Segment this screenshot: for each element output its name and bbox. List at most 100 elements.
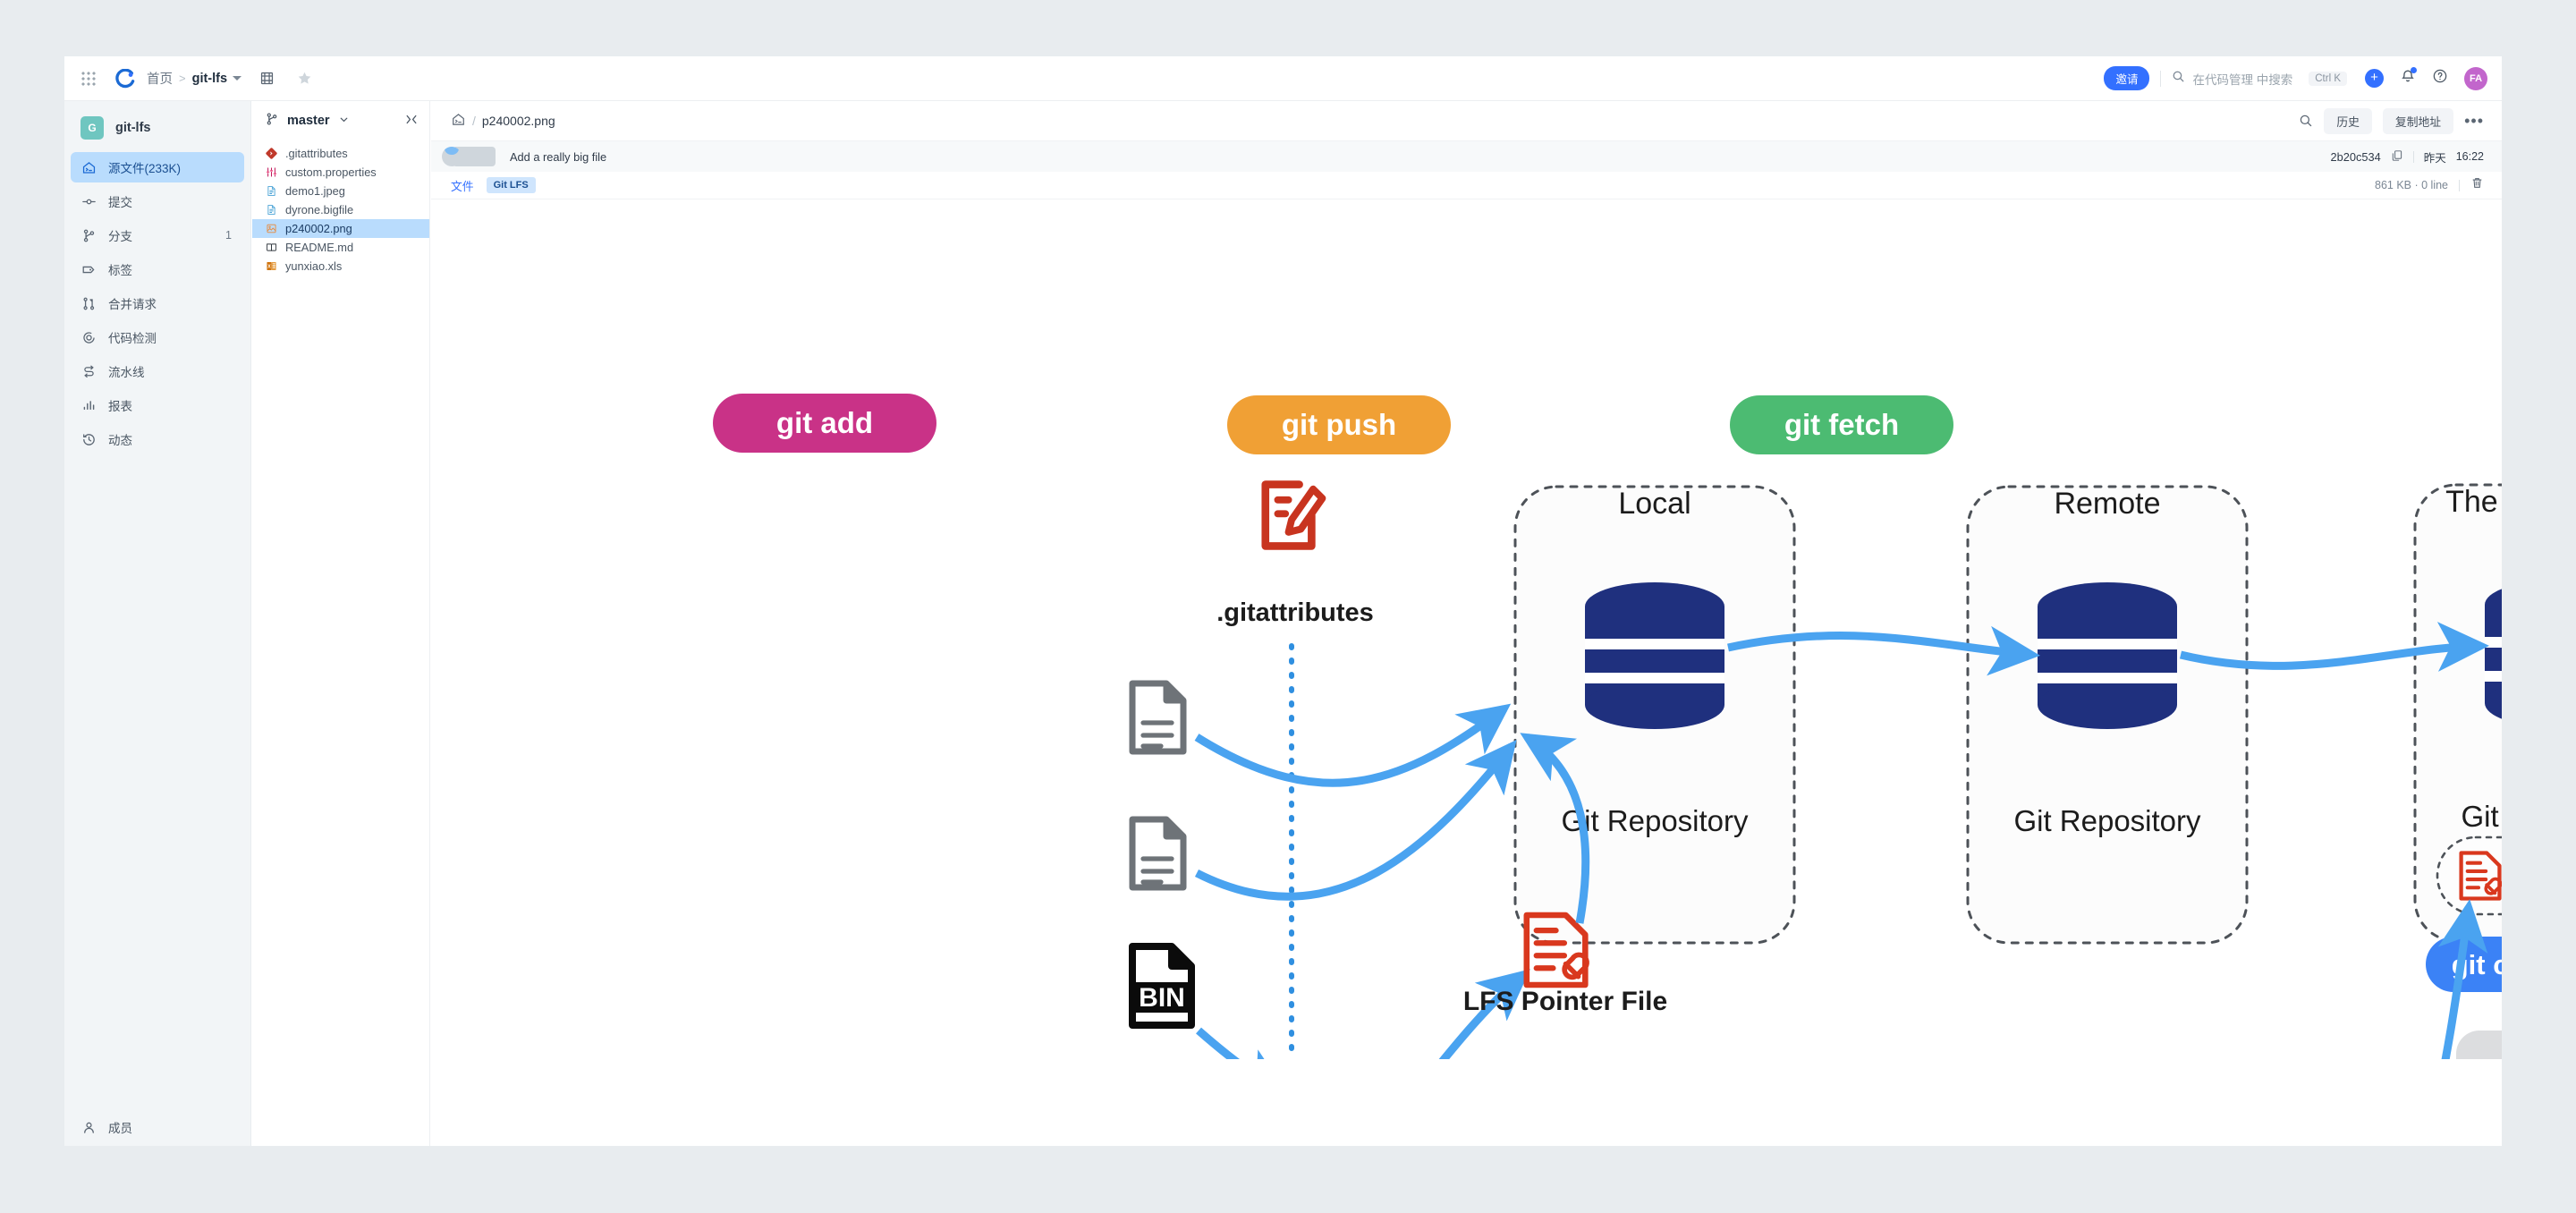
gitattributes-group: .gitattributes (1216, 480, 1374, 627)
copy-url-button[interactable]: 复制地址 (2382, 107, 2454, 134)
file-name: README.md (285, 241, 354, 254)
sidebar-item-code-scan[interactable]: 代码检测 (71, 322, 244, 352)
image-preview-viewport[interactable]: git add git push git fetch Local Git Rep… (431, 200, 2502, 1146)
history-button[interactable]: 历史 (2324, 107, 2372, 134)
notification-dot (2411, 67, 2417, 73)
sidebar-item-label: 分支 (108, 230, 132, 243)
yunxiao-logo-icon[interactable] (114, 68, 136, 89)
branch-name: master (287, 114, 330, 128)
commit-time: 昨天 (2423, 151, 2446, 165)
search-shortcut-badge: Ctrl K (2309, 71, 2347, 86)
sidebar-repo-name: git-lfs (115, 121, 151, 135)
file-name: yunxiao.xls (285, 259, 343, 273)
sidebar-item-source-files[interactable]: 源文件(233K) (71, 152, 244, 182)
text-file-icon (265, 185, 278, 197)
file-tree-header: master (252, 101, 429, 140)
file-tree-item[interactable]: README.md (252, 238, 429, 257)
git-lfs-workflow-diagram: git add git push git fetch Local Git Rep… (713, 394, 2502, 1059)
workspace-shelf (2456, 1031, 2502, 1059)
sidebar-item-commits[interactable]: 提交 (71, 186, 244, 216)
file-tree-item[interactable]: .gitattributes (252, 144, 429, 163)
badge-label: git add (776, 406, 873, 439)
breadcrumb-repo[interactable]: git-lfs (192, 72, 227, 86)
sidebar-item-count: 1 (225, 229, 232, 242)
sidebar-item-label: 标签 (108, 264, 132, 277)
create-new-button[interactable]: + (2365, 69, 2384, 88)
branch-selector[interactable]: master (265, 112, 350, 130)
report-bar-icon (80, 397, 97, 413)
star-icon[interactable] (292, 66, 317, 91)
path-separator: / (472, 114, 476, 128)
markdown-file-icon (265, 242, 278, 253)
page-title: p240002.png (481, 114, 555, 128)
sidebar-item-activity[interactable]: 动态 (71, 424, 244, 454)
commit-message[interactable]: Add a really big file (510, 150, 606, 164)
image-file-icon (265, 223, 278, 234)
global-search-input[interactable]: 在代码管理 中搜索 Ctrl K (2172, 70, 2349, 88)
git-file-icon (265, 148, 278, 159)
breadcrumb-home[interactable]: 首页 (147, 69, 173, 88)
file-tree-panel: master .gitattributes custom.properties … (252, 101, 430, 1146)
database-icon (2038, 582, 2177, 729)
more-actions-button[interactable]: ••• (2464, 113, 2484, 129)
commit-sha[interactable]: 2b20c534 (2330, 150, 2380, 164)
badge-label: git fetch (1784, 408, 1899, 441)
sidebar-repo-header[interactable]: G git-lfs (64, 101, 250, 152)
author-avatar (442, 147, 462, 166)
left-sidebar: G git-lfs 源文件(233K) 提交 分支 1 标签 合并请求 代码检测… (64, 101, 251, 1146)
content-header: / p240002.png 历史 复制地址 ••• (431, 101, 2502, 141)
repo-root-icon[interactable] (451, 112, 466, 130)
file-tree-item[interactable]: demo1.jpeg (252, 182, 429, 200)
binary-file-icon: BIN (1129, 943, 1195, 1029)
organization-icon[interactable] (254, 66, 279, 91)
sidebar-item-label: 成员 (108, 1122, 132, 1135)
box-title: Remote (2054, 487, 2160, 521)
commit-meta: 2b20c534 昨天 16:22 (2330, 148, 2484, 165)
search-icon[interactable] (2299, 114, 2313, 128)
box-title: Local (1618, 487, 1690, 521)
user-avatar[interactable]: FA (2464, 66, 2487, 90)
properties-file-icon (265, 166, 278, 178)
file-name: dyrone.bigfile (285, 203, 354, 216)
file-tree-item[interactable]: dyrone.bigfile (252, 200, 429, 219)
sidebar-item-merge-requests[interactable]: 合并请求 (71, 288, 244, 318)
lfs-pointer-label: LFS Pointer File (1463, 987, 1667, 1016)
database-icon (1585, 582, 1724, 729)
file-tab-row: 文件 Git LFS 861 KB · 0 line (431, 172, 2502, 199)
box-caption: Git Repository (1561, 804, 1749, 837)
help-circle-icon[interactable] (2432, 68, 2448, 89)
box-remote: Remote Git Repository (1966, 485, 2249, 945)
collapse-panel-icon[interactable] (404, 114, 419, 128)
sidebar-item-tags[interactable]: 标签 (71, 254, 244, 284)
sidebar-item-members[interactable]: 成员 (71, 1112, 244, 1142)
sidebar-item-reports[interactable]: 报表 (71, 390, 244, 420)
git-lfs-badge[interactable]: Git LFS (486, 177, 536, 193)
sidebar-item-label: 流水线 (108, 366, 145, 379)
user-icon (80, 1119, 97, 1135)
breadcrumb: / p240002.png (451, 112, 555, 130)
topbar-left-group: 首页 > git-lfs (64, 65, 317, 92)
invite-button[interactable]: 邀请 (2104, 66, 2150, 90)
badge-git-add: git add (713, 394, 936, 453)
edit-file-icon (1261, 480, 1326, 550)
latest-commit-row: Add a really big file 2b20c534 昨天 16:22 (431, 141, 2502, 172)
notifications-button[interactable] (2400, 67, 2417, 89)
branch-icon (265, 112, 279, 130)
file-tree-item-selected[interactable]: p240002.png (252, 219, 429, 238)
apps-grid-icon[interactable] (75, 65, 102, 92)
search-icon (2172, 70, 2185, 88)
sidebar-item-label: 动态 (108, 434, 132, 447)
sidebar-item-branches[interactable]: 分支 1 (71, 220, 244, 250)
file-tree-item[interactable]: custom.properties (252, 163, 429, 182)
text-file-icon (265, 204, 278, 216)
file-tree-item[interactable]: X yunxiao.xls (252, 257, 429, 276)
sidebar-item-label: 提交 (108, 196, 132, 209)
copy-icon[interactable] (2391, 149, 2403, 165)
sidebar-item-pipeline[interactable]: 流水线 (71, 356, 244, 386)
search-placeholder: 在代码管理 中搜索 (2192, 72, 2293, 87)
file-name: custom.properties (285, 165, 377, 179)
trash-icon[interactable] (2470, 176, 2484, 194)
tab-file[interactable]: 文件 (451, 177, 474, 194)
topbar-right-group: 邀请 在代码管理 中搜索 Ctrl K + FA (2104, 66, 2502, 90)
chevron-down-icon[interactable] (233, 76, 242, 81)
